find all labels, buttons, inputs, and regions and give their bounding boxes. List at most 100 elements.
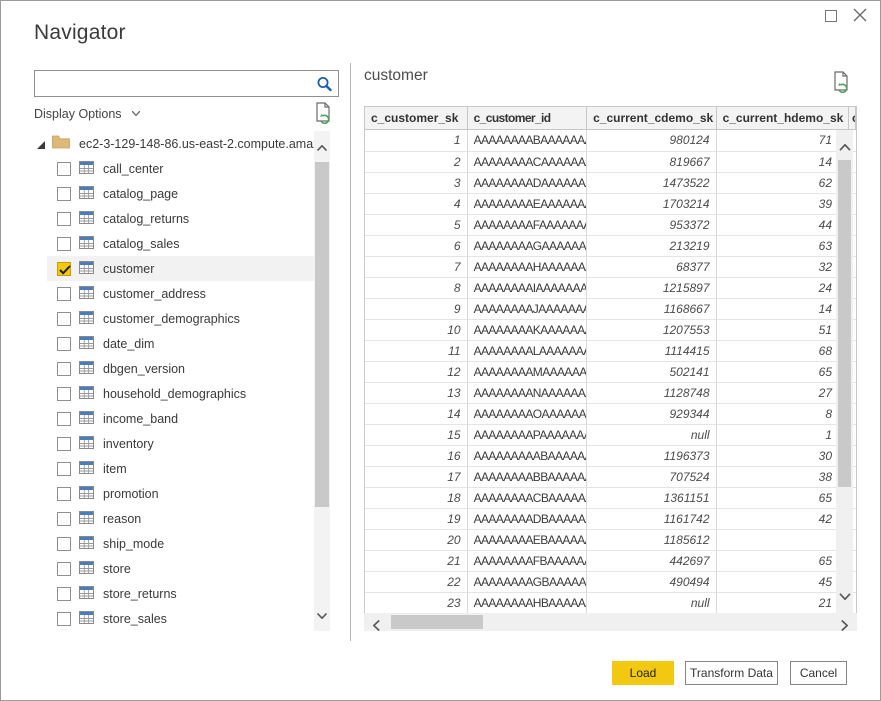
tree-item[interactable]: dbgen_version [47, 356, 314, 381]
table-row[interactable]: 1 AAAAAAAABAAAAAAA 980124 71 [365, 130, 856, 151]
table-row[interactable]: 11 AAAAAAAALAAAAAAA 1114415 68 [365, 340, 856, 361]
scroll-right-icon[interactable] [841, 618, 848, 636]
tree-root-server[interactable]: ec2-3-129-148-86.us-east-2.compute.amaz.… [34, 131, 314, 156]
table-row[interactable]: 5 AAAAAAAAFAAAAAAA 953372 44 [365, 214, 856, 235]
scroll-left-icon[interactable] [373, 618, 380, 636]
refresh-preview-button[interactable] [831, 71, 851, 98]
transform-data-button[interactable]: Transform Data [685, 661, 778, 685]
checkbox[interactable] [57, 537, 71, 551]
tree-item[interactable]: store_sales [47, 606, 314, 631]
cell-c-current-hdemo-sk: 39 [717, 194, 849, 214]
table-row[interactable]: 6 AAAAAAAAGAAAAAAA 213219 63 [365, 235, 856, 256]
preview-vertical-scrollbar[interactable] [836, 130, 853, 613]
cell-c-current-cdemo-sk: 980124 [587, 130, 716, 151]
scroll-down-icon[interactable] [317, 606, 327, 624]
tree-item[interactable]: customer_address [47, 281, 314, 306]
checkbox[interactable] [57, 487, 71, 501]
column-header[interactable]: c_customer_id [468, 107, 588, 129]
tree-item[interactable]: inventory [47, 431, 314, 456]
table-row[interactable]: 16 AAAAAAAAABAAAAAA 1196373 30 [365, 445, 856, 466]
column-header[interactable]: c_current_hdemo_sk [717, 107, 849, 129]
cell-c-customer-id: AAAAAAAAEBAAAAAA [468, 530, 588, 550]
display-options-dropdown[interactable]: Display Options [34, 105, 140, 121]
table-row[interactable]: 21 AAAAAAAAFBAAAAAA 442697 65 [365, 550, 856, 571]
preview-horizontal-scrollbar[interactable] [364, 613, 857, 631]
column-header-clipped[interactable]: c [849, 107, 856, 129]
tree-item[interactable]: promotion [47, 481, 314, 506]
expanded-triangle-icon[interactable] [36, 139, 46, 149]
checkbox[interactable] [57, 212, 71, 226]
checkbox[interactable] [57, 587, 71, 601]
checkbox[interactable] [57, 362, 71, 376]
checkbox[interactable] [57, 437, 71, 451]
table-row[interactable]: 22 AAAAAAAAGBAAAAAA 490494 45 [365, 571, 856, 592]
table-row[interactable]: 3 AAAAAAAADAAAAAAA 1473522 62 [365, 172, 856, 193]
checkbox[interactable] [57, 262, 71, 276]
tree-scrollbar[interactable] [314, 131, 330, 631]
table-row[interactable]: 7 AAAAAAAAHAAAAAAA 68377 32 [365, 256, 856, 277]
search-input[interactable] [35, 71, 338, 96]
preview-horizontal-scrollbar-thumb[interactable] [391, 615, 483, 629]
preview-table: c_customer_sk c_customer_id c_current_cd… [364, 106, 857, 614]
cell-c-current-cdemo-sk: 929344 [587, 404, 716, 424]
scroll-up-icon[interactable] [317, 138, 327, 156]
tree-item[interactable]: customer [47, 256, 314, 281]
table-row[interactable]: 10 AAAAAAAAKAAAAAAA 1207553 51 [365, 319, 856, 340]
cancel-button[interactable]: Cancel [790, 661, 847, 685]
table-row[interactable]: 9 AAAAAAAAJAAAAAAA 1168667 14 [365, 298, 856, 319]
cell-c-customer-id: AAAAAAAABAAAAAAA [468, 130, 588, 151]
column-header[interactable]: c_customer_sk [365, 107, 468, 129]
tree-item[interactable]: call_center [47, 156, 314, 181]
table-row[interactable]: 14 AAAAAAAAOAAAAAAA 929344 8 [365, 403, 856, 424]
table-row[interactable]: 18 AAAAAAAACBAAAAAA 1361151 65 [365, 487, 856, 508]
checkbox[interactable] [57, 237, 71, 251]
tree-item[interactable]: household_demographics [47, 381, 314, 406]
checkbox[interactable] [57, 162, 71, 176]
maximize-button[interactable] [825, 10, 837, 22]
close-button[interactable] [852, 7, 868, 23]
tree-item[interactable]: date_dim [47, 331, 314, 356]
load-button[interactable]: Load [612, 661, 674, 685]
table-row[interactable]: 15 AAAAAAAAPAAAAAAA null 1 [365, 424, 856, 445]
tree-item[interactable]: item [47, 456, 314, 481]
table-row[interactable]: 13 AAAAAAAANAAAAAAA 1128748 27 [365, 382, 856, 403]
tree-item[interactable]: income_band [47, 406, 314, 431]
checkbox[interactable] [57, 337, 71, 351]
tree-item[interactable]: store [47, 556, 314, 581]
scroll-down-icon[interactable] [839, 587, 850, 605]
checkbox[interactable] [57, 412, 71, 426]
tree-scrollbar-thumb[interactable] [315, 162, 329, 507]
tree-item[interactable]: store_returns [47, 581, 314, 606]
table-row[interactable]: 20 AAAAAAAAEBAAAAAA 1185612 [365, 529, 856, 550]
checkbox[interactable] [57, 562, 71, 576]
table-row[interactable]: 2 AAAAAAAACAAAAAAA 819667 14 [365, 151, 856, 172]
tree-item[interactable]: reason [47, 506, 314, 531]
table-row[interactable]: 12 AAAAAAAAMAAAAAAA 502141 65 [365, 361, 856, 382]
cell-c-customer-id: AAAAAAAAEAAAAAAA [468, 194, 588, 214]
checkbox[interactable] [57, 387, 71, 401]
table-row[interactable]: 17 AAAAAAAABBAAAAAA 707524 38 [365, 466, 856, 487]
preview-vertical-scrollbar-thumb[interactable] [838, 160, 851, 487]
table-row[interactable]: 4 AAAAAAAAEAAAAAAA 1703214 39 [365, 193, 856, 214]
cell-c-current-cdemo-sk: 1185612 [587, 530, 716, 550]
cell-c-customer-sk: 16 [365, 446, 468, 466]
checkbox[interactable] [57, 312, 71, 326]
checkbox[interactable] [57, 287, 71, 301]
refresh-preview-button[interactable] [313, 102, 333, 129]
checkbox[interactable] [57, 462, 71, 476]
tree-item[interactable]: catalog_sales [47, 231, 314, 256]
checkbox[interactable] [57, 187, 71, 201]
checkbox[interactable] [57, 612, 71, 626]
table-row[interactable]: 23 AAAAAAAAHBAAAAAA null 21 [365, 592, 856, 613]
scroll-up-icon[interactable] [839, 138, 850, 156]
table-row[interactable]: 19 AAAAAAAADBAAAAAA 1161742 42 [365, 508, 856, 529]
checkbox[interactable] [57, 512, 71, 526]
tree-item[interactable]: catalog_returns [47, 206, 314, 231]
table-row[interactable]: 8 AAAAAAAAIAAAAAAA 1215897 24 [365, 277, 856, 298]
search-icon[interactable] [315, 75, 333, 98]
tree-item[interactable]: ship_mode [47, 531, 314, 556]
tree-item[interactable]: catalog_page [47, 181, 314, 206]
tree-item[interactable]: customer_demographics [47, 306, 314, 331]
column-header[interactable]: c_current_cdemo_sk [587, 107, 716, 129]
tree-item-label: customer_address [103, 287, 206, 301]
